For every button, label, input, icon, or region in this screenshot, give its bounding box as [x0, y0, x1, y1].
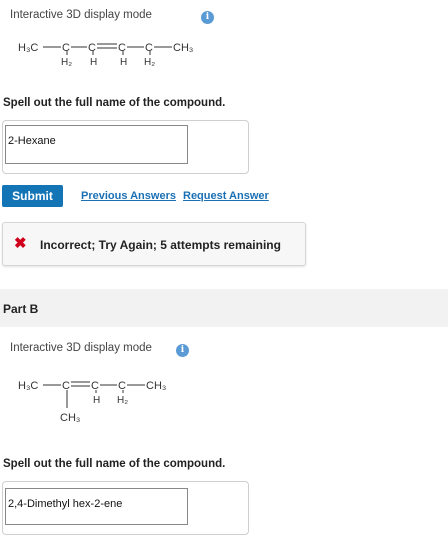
atom-label: CH₃ [173, 42, 193, 54]
part-title: Part B [3, 302, 39, 316]
atom-label: H₃C [18, 42, 38, 54]
answer-container-b: 2,4-Dimethyl hex-2-ene [2, 481, 249, 535]
feedback-box: ✖ Incorrect; Try Again; 5 attempts remai… [2, 222, 306, 266]
request-answer-link[interactable]: Request Answer [183, 190, 269, 202]
x-icon: ✖ [14, 235, 27, 252]
answer-input-b[interactable]: 2,4-Dimethyl hex-2-ene [5, 488, 188, 525]
atom-label: H₃C [18, 380, 38, 392]
info-icon[interactable]: i [176, 344, 189, 357]
part-b-header: Part B [0, 289, 448, 327]
atom-label: H₂ [61, 57, 72, 68]
display-mode-label-a[interactable]: Interactive 3D display mode [10, 9, 152, 21]
atom-label: H₂ [117, 395, 128, 406]
structural-formula-b: H₃C C CH₃ C H C H₂ CH₃ [18, 380, 166, 424]
structural-formula-a: H₃C C H₂ C H C H C H₂ CH₃ [18, 42, 193, 68]
atom-label: C [91, 380, 99, 392]
atom-label: C [62, 380, 70, 392]
atom-label: H [90, 57, 97, 68]
atom-label: C [118, 380, 126, 392]
atom-label: H₂ [144, 57, 155, 68]
atom-label: C [118, 42, 126, 54]
answer-input-a[interactable]: 2-Hexane [5, 125, 188, 164]
feedback-text: Incorrect; Try Again; 5 attempts remaini… [40, 238, 281, 252]
submit-button[interactable]: Submit [2, 185, 63, 207]
atom-label: C [88, 42, 96, 54]
display-mode-label-b[interactable]: Interactive 3D display mode [10, 342, 152, 354]
atom-label: H [120, 57, 127, 68]
question-text-b: Spell out the full name of the compound. [3, 458, 226, 470]
info-icon[interactable]: i [201, 11, 214, 24]
atom-label: CH₃ [146, 380, 166, 392]
answer-container-a: 2-Hexane [2, 120, 249, 174]
question-text-a: Spell out the full name of the compound. [3, 97, 226, 109]
atom-label: H [93, 395, 100, 406]
atom-label: C [145, 42, 153, 54]
atom-label: C [62, 42, 70, 54]
atom-label: CH₃ [60, 412, 80, 424]
previous-answers-link[interactable]: Previous Answers [81, 190, 176, 202]
